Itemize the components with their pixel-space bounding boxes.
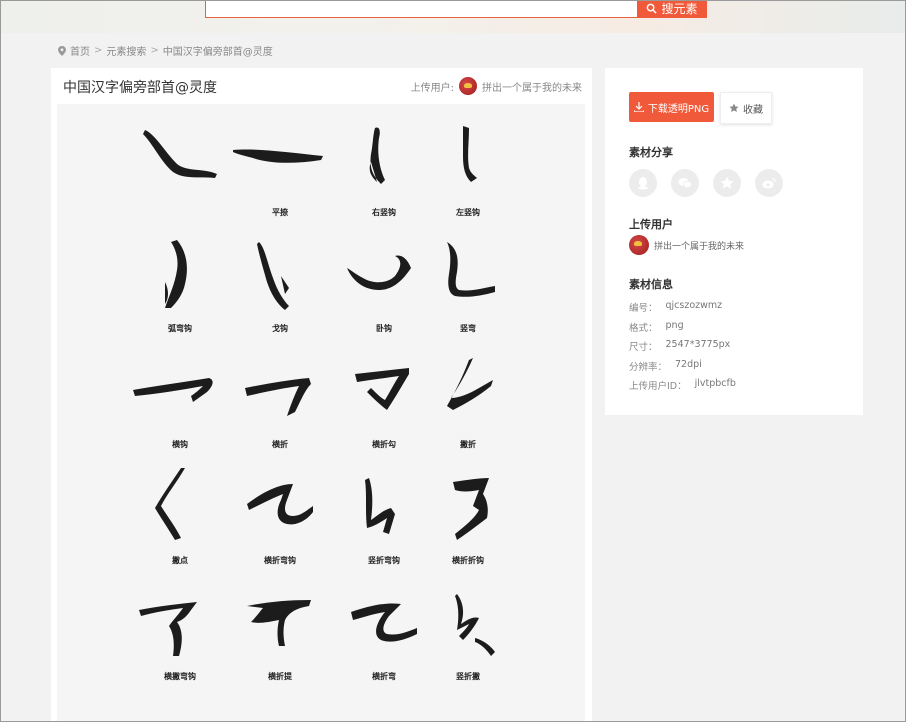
- stroke-item: 平捺: [225, 112, 335, 222]
- star-icon: [729, 103, 739, 112]
- uploader-name[interactable]: 拼出一个属于我的未来: [654, 239, 744, 252]
- uploader-section-title: 上传用户: [629, 218, 673, 231]
- info-key: 编号：: [629, 303, 658, 314]
- breadcrumb-current: 中国汉字偏旁部首@灵度: [162, 47, 273, 58]
- stroke-label: 竖弯: [460, 324, 476, 333]
- favorite-button[interactable]: 收藏: [720, 92, 772, 124]
- stroke-item: 横撇弯钩: [125, 576, 235, 686]
- info-value: qjcszozwmz: [665, 300, 723, 311]
- stroke-label: 横钩: [172, 440, 188, 449]
- stroke-label: 横折折钩: [452, 556, 484, 565]
- search-button-label: 搜元素: [661, 2, 698, 16]
- stroke-item: 撇点: [125, 460, 235, 570]
- browser-viewport: 搜元素 首页 > 元素搜索 > 中国汉字偏旁部首@灵度 中国汉字偏旁部首@灵度 …: [0, 0, 906, 722]
- breadcrumb-search[interactable]: 元素搜索: [106, 43, 146, 58]
- wechat-icon[interactable]: [671, 169, 699, 197]
- brush-stroke: [447, 358, 493, 410]
- download-png-button[interactable]: 下载透明PNG: [629, 92, 714, 122]
- avatar[interactable]: [459, 77, 477, 95]
- stroke-label: 横撇弯钩: [164, 672, 196, 681]
- stroke-label: 横折弯钩: [264, 556, 296, 565]
- brush-stroke: [143, 130, 217, 178]
- brush-stroke: [257, 242, 289, 310]
- material-image: 平捺 右竖钩 左竖钩 弧弯钩 戈钩 卧钩 竖弯 横钩 横折 横折勾 撇折 撇点 …: [57, 104, 585, 721]
- stroke-label: 左竖钩: [456, 208, 480, 217]
- share-section-title: 素材分享: [629, 146, 673, 159]
- stroke-item: 弧弯钩: [125, 228, 235, 338]
- brush-stroke: [463, 126, 477, 182]
- info-section-title: 素材信息: [629, 278, 673, 291]
- brush-stroke: [247, 484, 313, 525]
- stroke-item: 戈钩: [225, 228, 335, 338]
- brush-stroke: [447, 242, 495, 297]
- info-value: jlvtpbcfb: [694, 378, 736, 389]
- info-row: 上传用户ID： jlvtpbcfb: [629, 378, 736, 398]
- info-key: 分辨率：: [629, 361, 668, 373]
- page-title: 中国汉字偏旁部首@灵度: [63, 80, 217, 96]
- uploader-prefix: 上传用户:: [410, 82, 454, 94]
- stroke-item: 左竖钩: [413, 112, 523, 222]
- stroke-item: [125, 112, 235, 222]
- brush-stroke: [247, 600, 311, 646]
- search-button[interactable]: 搜元素: [637, 1, 707, 18]
- stroke-label: 弧弯钩: [168, 324, 192, 333]
- material-preview-card: 中国汉字偏旁部首@灵度 上传用户: 拼出一个属于我的未来 平捺 右竖钩 左竖钩: [51, 68, 592, 721]
- breadcrumb-home[interactable]: 首页: [70, 43, 90, 58]
- info-row: 尺寸： 2547*3775px: [629, 339, 736, 359]
- brush-stroke: [233, 149, 323, 163]
- download-label: 下载透明PNG: [647, 103, 710, 115]
- stroke-item: 竖折撇: [413, 576, 523, 686]
- stroke-label: 撇点: [172, 556, 188, 565]
- uploader-row[interactable]: 拼出一个属于我的未来: [629, 235, 744, 255]
- brush-stroke: [245, 378, 311, 416]
- stroke-label: 撇折: [460, 440, 476, 449]
- stroke-item: 撇折: [413, 344, 523, 454]
- info-row: 格式： png: [629, 320, 736, 340]
- breadcrumb-separator: >: [150, 45, 159, 56]
- stroke-item: 横折提: [225, 576, 335, 686]
- location-pin-icon: [58, 45, 66, 56]
- search-icon: [647, 3, 658, 14]
- stroke-item: 横折: [225, 344, 335, 454]
- material-info-list: 编号： qjcszozwmz 格式： png 尺寸： 2547*3775px 分辨率：…: [629, 300, 736, 398]
- stroke-item: 横折弯钩: [225, 460, 335, 570]
- qq-icon[interactable]: [629, 169, 657, 197]
- stroke-item: 横钩: [125, 344, 235, 454]
- search-input[interactable]: [205, 1, 639, 18]
- info-row: 编号： qjcszozwmz: [629, 300, 736, 320]
- avatar[interactable]: [629, 235, 649, 255]
- brush-stroke: [139, 602, 197, 656]
- uploader-name[interactable]: 拼出一个属于我的未来: [482, 79, 582, 94]
- share-icons: [629, 169, 783, 197]
- stroke-label: 平捺: [272, 208, 288, 217]
- stroke-item: 竖弯: [413, 228, 523, 338]
- weibo-icon[interactable]: [755, 169, 783, 197]
- breadcrumb-separator: >: [94, 45, 103, 56]
- stroke-label: 横折提: [268, 672, 292, 681]
- info-key: 格式：: [629, 322, 658, 334]
- info-value: 72dpi: [675, 358, 702, 370]
- qzone-star-icon[interactable]: [713, 169, 741, 197]
- stroke-label: 横折: [272, 440, 288, 449]
- material-info-panel: 下载透明PNG 收藏 素材分享 上传用户 拼出一个属于我的未来 素材信息 编号：…: [605, 68, 863, 415]
- info-key: 尺寸：: [629, 342, 658, 353]
- stroke-label: 戈钩: [272, 324, 288, 333]
- info-value: png: [665, 319, 684, 331]
- brush-stroke: [453, 478, 489, 540]
- top-banner: 搜元素: [1, 1, 905, 33]
- uploader-info: 上传用户: 拼出一个属于我的未来: [411, 77, 582, 95]
- brush-stroke: [155, 468, 185, 540]
- brush-stroke: [455, 594, 495, 656]
- info-key: 上传用户ID：: [629, 381, 687, 392]
- brush-stroke: [165, 240, 187, 308]
- stroke-item: 横折折钩: [413, 460, 523, 570]
- breadcrumb: 首页 > 元素搜索 > 中国汉字偏旁部首@灵度: [58, 43, 273, 58]
- brush-stroke: [133, 378, 213, 402]
- download-icon: [633, 102, 644, 112]
- info-row: 分辨率： 72dpi: [629, 359, 736, 379]
- stroke-label: 竖折撇: [456, 672, 480, 681]
- favorite-label: 收藏: [743, 104, 763, 116]
- info-value: 2547*3775px: [665, 339, 731, 350]
